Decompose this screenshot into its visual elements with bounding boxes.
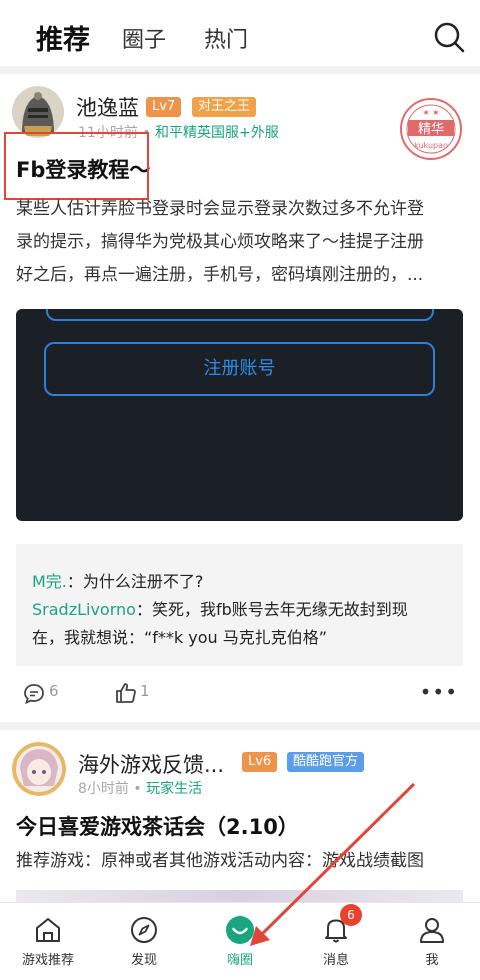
like-icon[interactable] (114, 681, 138, 705)
register-account-button: 注册账号 (44, 342, 435, 396)
notification-badge: 6 (340, 904, 362, 926)
stamp-label: 精华 (418, 122, 444, 137)
post-time: 8小时前 (78, 781, 129, 797)
circle-link[interactable]: 和平精英国服+外服 (155, 125, 279, 141)
post-body[interactable]: 推荐游戏：原神或者其他游戏活动内容：游戏战绩截图 (16, 845, 464, 878)
comment-text: 在，我就想说：“f**k you 马克扎克伯格” (32, 628, 328, 647)
comment-line: 在，我就想说：“f**k you 马克扎克伯格” (32, 624, 447, 652)
circle-link[interactable]: 玩家生活 (146, 781, 202, 797)
comment-icon[interactable] (22, 682, 46, 706)
post-meta: 8小时前 • 玩家生活 (78, 781, 203, 797)
post-image[interactable]: 注册账号 (16, 309, 463, 521)
like-count: 1 (140, 682, 150, 700)
comment-count: 6 (49, 682, 59, 700)
comment-line: M完.：为什么注册不了? (32, 572, 204, 591)
stamp-sub-label: kukupao (414, 141, 448, 150)
tab-label: 游戏推荐 (21, 953, 74, 968)
comment-text: 笑死，我fb账号去年无缘无故封到现 (151, 600, 408, 619)
comment-line: SradzLivorno：笑死，我fb账号去年无缘无故封到现 (32, 600, 408, 619)
image-button-outline (46, 309, 434, 321)
post-title[interactable]: 今日喜爱游戏茶话会（2.10） (16, 811, 299, 841)
post-body[interactable]: 某些人估计弄脸书登录时会显示登录次数过多不允许登 录的提示，搞得华为党极其心烦攻… (16, 193, 464, 292)
home-icon (36, 918, 60, 942)
post-body-line: 好之后，再点一遍注册，手机号，密码填刚注册的，... (16, 265, 424, 285)
tab-label: 嗨圈 (226, 953, 253, 968)
post-author[interactable]: 海外游戏反馈... (78, 749, 224, 779)
comment-preview[interactable]: M完.：为什么注册不了? SradzLivorno：笑死，我fb账号去年无缘无故… (16, 544, 463, 666)
compass-icon (131, 917, 157, 943)
tab-me[interactable]: 我 (384, 903, 480, 980)
featured-stamp-icon: 精华 kukupao ★ ★ (400, 98, 462, 160)
post-actions: 6 1 ••• (0, 676, 480, 716)
tab-recommend[interactable]: 推荐 (36, 18, 90, 57)
post-author[interactable]: 池逸蓝 (76, 92, 139, 122)
user-icon (420, 918, 444, 943)
svg-text:★ ★: ★ ★ (423, 108, 440, 117)
tab-hot[interactable]: 热门 (204, 22, 248, 54)
section-divider (0, 722, 480, 730)
top-navigation: 推荐 圈子 热门 (0, 0, 480, 70)
highlight-annotation (4, 132, 149, 200)
post-body-line: 推荐游戏：原神或者其他游戏活动内容：游戏战绩截图 (16, 851, 424, 871)
level-badge: Lv7 (146, 97, 182, 117)
comment-user[interactable]: SradzLivorno (32, 600, 136, 619)
post-body-line: 某些人估计弄脸书登录时会显示登录次数过多不允许登 (16, 199, 424, 219)
tab-label: 我 (425, 953, 439, 968)
section-divider (0, 66, 480, 74)
title-badge: 酷酷跑官方 (287, 752, 365, 772)
tab-discover[interactable]: 发现 (96, 903, 192, 980)
comment-user[interactable]: M完. (32, 572, 67, 591)
level-badge: Lv6 (242, 752, 278, 772)
tab-messages[interactable]: 消息 (288, 903, 384, 980)
more-options-icon[interactable]: ••• (420, 680, 458, 704)
avatar[interactable] (12, 86, 64, 138)
post-body-line: 录的提示，搞得华为党极其心烦攻略来了～挂提子注册 (16, 232, 424, 252)
tab-game-recommend[interactable]: 游戏推荐 (0, 903, 96, 980)
tab-label: 消息 (322, 953, 349, 968)
bottom-tab-bar: 游戏推荐 发现 嗨圈 消息 我 (0, 902, 480, 980)
tab-hiquan[interactable]: 嗨圈 (192, 903, 288, 980)
avatar[interactable] (12, 742, 66, 796)
comment-text: 为什么注册不了? (82, 572, 204, 591)
tab-circles[interactable]: 圈子 (122, 22, 166, 54)
chat-bubble-icon (226, 916, 254, 944)
tab-label: 发现 (130, 953, 157, 968)
title-badge: 对王之王 (192, 97, 257, 117)
search-icon[interactable] (432, 20, 466, 54)
